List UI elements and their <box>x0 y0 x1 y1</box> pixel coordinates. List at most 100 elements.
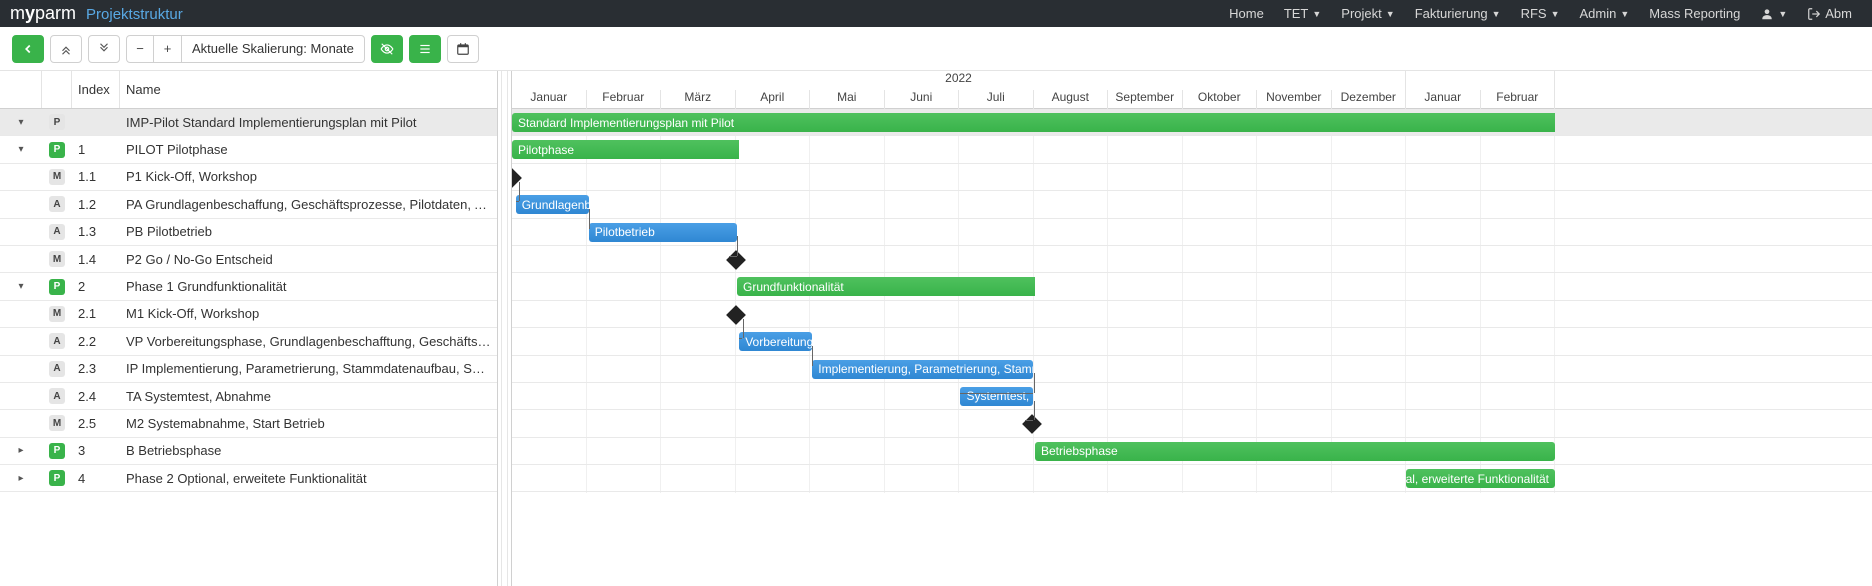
left-header: Index Name <box>0 71 497 109</box>
zoom-in-button[interactable]: + <box>154 35 182 63</box>
type-badge: M <box>49 306 65 322</box>
brand: myparm Projektstruktur <box>10 3 183 24</box>
table-row[interactable]: ▾ P1PILOT Pilotphase <box>0 136 497 163</box>
table-row[interactable]: ▸P3B Betriebsphase <box>0 438 497 465</box>
row-index: 1 <box>72 142 120 157</box>
nav-admin[interactable]: Admin▼ <box>1570 6 1640 21</box>
gantt-row <box>512 410 1872 437</box>
connector <box>737 236 738 256</box>
milestone-diamond[interactable] <box>512 168 522 188</box>
gantt-bar[interactable]: Pilotbetrieb <box>589 223 737 242</box>
chevrons-down-icon <box>97 42 111 56</box>
gantt-row: Pilotphase <box>512 136 1872 163</box>
gantt-bar[interactable]: Pilotphase <box>512 140 739 159</box>
row-name: M1 Kick-Off, Workshop <box>120 306 497 321</box>
connector <box>739 338 742 339</box>
table-row[interactable]: A2.4TA Systemtest, Abnahme <box>0 383 497 410</box>
table-row[interactable]: A2.3IP Implementierung, Parametrierung, … <box>0 356 497 383</box>
nav-projekt[interactable]: Projekt▼ <box>1331 6 1404 21</box>
expand-all-button[interactable] <box>88 35 120 63</box>
chevron-right-icon[interactable]: ▸ <box>18 473 23 484</box>
table-row[interactable]: A2.2VP Vorbereitungsphase, Grundlagenbes… <box>0 328 497 355</box>
chevron-right-icon[interactable]: ▸ <box>18 445 23 456</box>
caret-icon: ▼ <box>1386 9 1395 19</box>
nav-logout[interactable]: Abm <box>1797 6 1862 21</box>
table-row[interactable]: ▾PIMP-Pilot Standard Implementierungspla… <box>0 109 497 136</box>
type-badge: A <box>49 361 65 377</box>
row-name: PA Grundlagenbeschaffung, Geschäftsproze… <box>120 197 497 212</box>
chevron-down-icon[interactable]: ▾ <box>18 281 23 292</box>
chevron-down-icon[interactable]: ▾ <box>18 117 23 128</box>
zoom-out-button[interactable]: − <box>126 35 154 63</box>
table-row[interactable]: ▾P2Phase 1 Grundfunktionalität <box>0 273 497 300</box>
nav-tet[interactable]: TET▼ <box>1274 6 1331 21</box>
left-panel: Index Name ▾PIMP-Pilot Standard Implemen… <box>0 71 498 586</box>
nav-home[interactable]: Home <box>1219 6 1274 21</box>
timeline-month: Juni <box>885 90 960 109</box>
connector <box>516 201 519 202</box>
gantt-row <box>512 301 1872 328</box>
connector <box>589 209 590 229</box>
row-index: 1.4 <box>72 252 120 267</box>
gantt-row <box>512 164 1872 191</box>
gantt-bar[interactable]: Implementierung, Parametrierung, Stammda… <box>812 360 1033 379</box>
row-index: 1.1 <box>72 169 120 184</box>
row-name: VP Vorbereitungsphase, Grundlagenbeschaf… <box>120 334 497 349</box>
gantt-bar[interactable]: Optional, erweiterte Funktionalität <box>1406 469 1555 488</box>
row-name: Phase 2 Optional, erweitete Funktionalit… <box>120 471 497 486</box>
caret-icon: ▼ <box>1312 9 1321 19</box>
table-row[interactable]: ▸P4Phase 2 Optional, erweitete Funktiona… <box>0 465 497 492</box>
nav-rfs[interactable]: RFS▼ <box>1511 6 1570 21</box>
list-view-button[interactable] <box>409 35 441 63</box>
gantt-bar[interactable]: Betriebsphase <box>1035 442 1555 461</box>
gantt-row: Implementierung, Parametrierung, Stammda… <box>512 356 1872 383</box>
milestone-diamond[interactable] <box>1022 414 1042 434</box>
type-badge: P <box>49 142 65 158</box>
table-row[interactable]: A1.2PA Grundlagenbeschaffung, Geschäftsp… <box>0 191 497 218</box>
collapse-all-button[interactable] <box>50 35 82 63</box>
chevrons-up-icon <box>59 42 73 56</box>
caret-icon: ▼ <box>1551 9 1560 19</box>
gantt-bar[interactable]: Vorbereitung... <box>739 332 812 351</box>
splitter-handle[interactable] <box>498 71 512 586</box>
chevron-down-icon[interactable]: ▾ <box>18 144 23 155</box>
toolbar: − + Aktuelle Skalierung: Monate <box>0 27 1872 71</box>
type-badge: M <box>49 251 65 267</box>
gantt-bar[interactable]: Grundfunktionalität <box>737 277 1035 296</box>
row-name: PILOT Pilotphase <box>120 142 497 157</box>
calendar-button[interactable] <box>447 35 479 63</box>
gantt-row: Vorbereitung... <box>512 328 1872 355</box>
brand-sub: Projektstruktur <box>86 6 183 23</box>
table-row[interactable]: M2.5M2 Systemabnahme, Start Betrieb <box>0 410 497 437</box>
table-row[interactable]: A1.3PB Pilotbetrieb <box>0 219 497 246</box>
gantt-bar[interactable]: Systemtest, ... <box>960 387 1033 406</box>
row-name: IP Implementierung, Parametrierung, Stam… <box>120 361 497 376</box>
timeline-year: 2022 <box>512 71 1406 90</box>
list-icon <box>418 42 432 56</box>
caret-icon: ▼ <box>1620 9 1629 19</box>
nav-mass-reporting[interactable]: Mass Reporting <box>1639 6 1750 21</box>
table-row[interactable]: M1.4P2 Go / No-Go Entscheid <box>0 246 497 273</box>
table-row[interactable]: M1.1P1 Kick-Off, Workshop <box>0 164 497 191</box>
table-row[interactable]: M2.1M1 Kick-Off, Workshop <box>0 301 497 328</box>
row-name: P1 Kick-Off, Workshop <box>120 169 497 184</box>
gantt-row: Betriebsphase <box>512 438 1872 465</box>
gantt-bar[interactable]: Grundlagenb... <box>516 195 589 214</box>
col-name-header: Name <box>120 71 497 108</box>
nav-user-menu[interactable]: ▼ <box>1750 7 1797 21</box>
connector <box>1025 420 1033 421</box>
row-index: 2.2 <box>72 334 120 349</box>
row-name: B Betriebsphase <box>120 443 497 458</box>
type-badge: A <box>49 196 65 212</box>
milestone-diamond[interactable] <box>726 250 746 270</box>
row-index: 2 <box>72 279 120 294</box>
gantt-bar[interactable]: Standard Implementierungsplan mit Pilot <box>512 113 1555 132</box>
gantt-row: Grundfunktionalität <box>512 273 1872 300</box>
connector <box>960 393 1033 394</box>
main-split: Index Name ▾PIMP-Pilot Standard Implemen… <box>0 71 1872 586</box>
timeline-month: Februar <box>587 90 662 109</box>
back-button[interactable] <box>12 35 44 63</box>
timeline-month: August <box>1034 90 1109 109</box>
nav-fakturierung[interactable]: Fakturierung▼ <box>1405 6 1511 21</box>
visibility-toggle-button[interactable] <box>371 35 403 63</box>
